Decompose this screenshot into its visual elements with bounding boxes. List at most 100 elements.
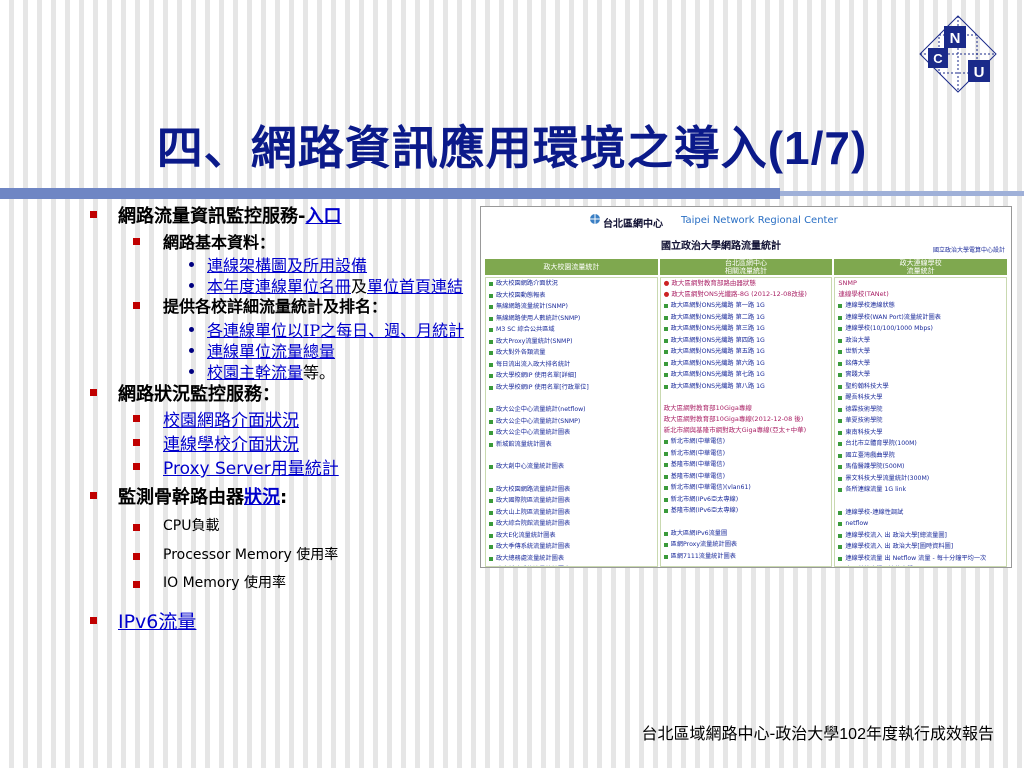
campus-stat-link[interactable]: 政大校園動態報表 [486,290,657,302]
traffic-entry-link[interactable]: 入口 [305,206,341,227]
school-link[interactable]: 德霖技術學院 [835,404,1006,416]
school-link[interactable]: netflow [835,518,1006,530]
city-link[interactable]: 新北市網(中華電信)(vlan61) [661,482,832,494]
center-10g-link[interactable]: 政大區網對教育部10Giga專線 [661,403,832,414]
ons-link[interactable]: 政大區網對ONS光纖路 第二路 1G [661,312,832,324]
school-link [835,496,1006,507]
school-link[interactable]: 連線學校流入 出 政治大學[總流量圖] [835,530,1006,542]
school-link[interactable]: 連線學校(WAN Port)流量統計圖表 [835,312,1006,324]
center-misc-link[interactable]: 區網7111流量統計圖表 [661,551,832,563]
campus-stat-link[interactable]: 政大創中心流量統計圖表 [486,461,657,473]
school-interface-link[interactable]: 連線學校介面狀況 [163,435,299,455]
ons-link[interactable]: 政大區網對ONS光纖路 第八路 1G [661,381,832,393]
outline-status-proxy: Proxy Server用量統計 [163,454,339,479]
school-link[interactable]: 連線學校連線狀態 [835,300,1006,312]
center-10g-link[interactable]: 政大區網對教育部10Giga專線(2012-12-08 後) [661,414,832,425]
campus-stat-link[interactable]: 政大新建系統流量統計圖表 [486,564,657,566]
outline-item-detail-stats: 提供各校詳細流量統計及排名： [163,297,388,316]
campus-stat-link[interactable]: M3 SC 綜合公共區域 [486,324,657,336]
router-cpu: CPU負載 [163,518,220,534]
ons-link[interactable]: 政大區網對ONS光纖路 第三路 1G [661,323,832,335]
campus-stat-link[interactable]: 政大學校網IP 使用名單[行政單位] [486,382,657,394]
school-link[interactable]: 台北市立體育學院(100M) [835,438,1006,450]
screenshot-body: 政大校園網路介面狀況 政大校園動態報表 無線網路流量統計(SNMP) 無線網路使用人數… [485,277,1008,567]
school-link[interactable]: 連線學校流量 出 Netflow 流量 - 每十分鐘平均一次 [835,553,1006,565]
outline-item-basic-info: 網路基本資料： [163,233,276,252]
screenshot-col-campus: 政大校園網路介面狀況 政大校園動態報表 無線網路流量統計(SNMP) 無線網路使用人數… [485,277,658,567]
campus-stat-link[interactable]: 無線網路流量統計(SNMP) [486,301,657,313]
screenshot-org: 台北區網中心 [603,219,663,230]
center-misc-link[interactable]: 區網Proxy流量統計圖表 [661,539,832,551]
campus-stat-link[interactable]: 政大E化流量統計圖表 [486,530,657,542]
campus-stat-link[interactable]: 政大Proxy流量統計(SNMP) [486,336,657,348]
router-status-link[interactable]: 狀況 [244,487,280,508]
school-link[interactable]: 聖約翰科技大學 [835,381,1006,393]
col-header-schools: 政大連線學校 流量統計 [834,259,1008,275]
ons-link[interactable]: 政大區網對ONS光纖路 第七路 1G [661,369,832,381]
campus-interface-link[interactable]: 校園網路介面狀況 [163,411,299,431]
school-link[interactable]: 實踐大學 [835,369,1006,381]
school-link[interactable]: 連線學校流入 出 政治大學[圖時資料圖] [835,541,1006,553]
bullet-dot [189,283,194,288]
ons-link[interactable]: 政大區網對ONS光纖路 第四路 1G [661,335,832,347]
school-link[interactable]: 連線學校(10/100/1000 Mbps) [835,323,1006,335]
ons-link[interactable]: 政大區網對ONS光纖路 第六路 1G [661,358,832,370]
campus-stat-link[interactable]: 政大公企中心流量統計圖表 [486,427,657,439]
city-link[interactable]: 基隆市網(IPv6亞太專線) [661,505,832,517]
bullet-dot [189,348,194,353]
router-io-mem: IO Memory 使用率 [163,575,286,591]
footer-left: 台北區域網路中心-政治大學 [641,724,840,743]
col-header-center: 台北區網中心 相關流量統計 [659,259,833,275]
bullet-square [90,211,97,218]
school-link[interactable]: 政治大學 [835,335,1006,347]
campus-stat-link[interactable]: 政大總務處流量統計圖表 [486,553,657,565]
center-misc-link[interactable]: 政大區網IPv6流量圖 [661,528,832,540]
campus-stat-link[interactable]: 政大公企中心流量統計(netflow) [486,404,657,416]
proxy-stats-link[interactable]: Proxy Server用量統計 [163,459,339,479]
bullet-dot [189,369,194,374]
school-link[interactable]: 銘傳大學 [835,358,1006,370]
screenshot-header: 台北區網中心 Taipei Network Regional Center [481,207,1011,235]
schools-section-head[interactable]: 連線學校(TANet) [835,289,1006,300]
campus-stat-link[interactable]: 無線網路使用人數統計(SNMP) [486,313,657,325]
school-link[interactable]: 華夏技術學院 [835,415,1006,427]
school-link[interactable]: 醒吾科技大學 [835,392,1006,404]
campus-stat-link[interactable]: 政大對外各類流量 [486,347,657,359]
screenshot-note: 國立政治大學電算中心設計 [932,247,1005,254]
ons-link[interactable]: 政大區網對ONS光纖路 第五路 1G [661,346,832,358]
school-link[interactable]: 連線學校-連線性調試 [835,507,1006,519]
ipv6-link[interactable]: IPv6流量 [118,611,196,633]
campus-stat-link[interactable]: 政大校園網路流量統計圖表 [486,484,657,496]
campus-stat-link[interactable]: 政大國際院區流量統計圖表 [486,495,657,507]
screenshot-col-headers: 政大校園流量統計 台北區網中心 相關流量統計 政大連線學校 流量統計 [485,259,1008,275]
city-link[interactable]: 基隆市網(中華電信) [661,471,832,483]
school-link[interactable]: 中國科技大學 | 清華大學 [835,564,1006,566]
campus-stat-link[interactable]: 政大公企中心流量統計(SNMP) [486,416,657,428]
school-link[interactable]: 國立臺灣戲曲學院 [835,450,1006,462]
school-link[interactable]: 馬偕醫護學院(500M) [835,461,1006,473]
campus-stat-link[interactable]: 新城館流量統計圖表 [486,439,657,451]
school-link[interactable]: 東南科技大學 [835,427,1006,439]
city-link[interactable]: 基隆市網(中華電信) [661,459,832,471]
city-link[interactable]: 新北市網(中華電信) [661,436,832,448]
campus-stat-link[interactable]: 政大季傳系統流量統計圖表 [486,541,657,553]
outline-status-schools: 連線學校介面狀況 [163,430,299,455]
bullet-square [133,553,140,560]
school-link[interactable]: 各所連線流量 1G link [835,484,1006,496]
school-link[interactable]: 景文科技大學流量統計(300M) [835,473,1006,485]
center-10g-link[interactable]: 新北市網與基隆市網對政大Giga專線(亞太+中華) [661,425,832,436]
col-header-campus: 政大校園流量統計 [485,259,658,275]
school-link[interactable]: 世新大學 [835,346,1006,358]
campus-stat-link[interactable]: 政大校園網路介面狀況 [486,278,657,290]
ons-link[interactable]: 政大區網對ONS光纖路 第一路 1G [661,300,832,312]
schools-section-head[interactable]: SNMP [835,278,1006,289]
campus-stat-link[interactable]: 每日流出流入政大排名統計 [486,359,657,371]
center-router-link[interactable]: 政大區網對教育部路由器狀態 [661,278,832,289]
center-router-link[interactable]: 政大區網對ONS光纖路-8G (2012-12-08改接) [661,289,832,300]
campus-stat-link[interactable]: 政大學校網IP 使用名單[詳細] [486,370,657,382]
city-link[interactable]: 新北市網(中華電信) [661,448,832,460]
campus-stat-link[interactable]: 政大綜合院館流量統計圖表 [486,518,657,530]
campus-stat-link[interactable]: 政大山上院區流量統計圖表 [486,507,657,519]
bullet-square [133,415,140,422]
city-link[interactable]: 新北市網(IPv6亞太專線) [661,494,832,506]
